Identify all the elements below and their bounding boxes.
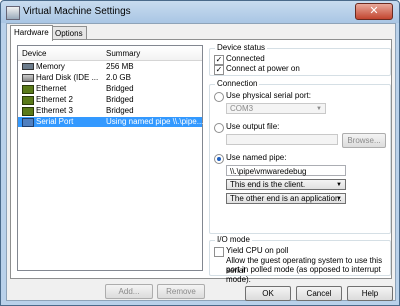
serial-port-value: COM3 [230, 104, 254, 113]
connection-group: Connection Use physical serial port: COM… [209, 79, 391, 234]
use-named-pipe-label[interactable]: Use named pipe: [226, 153, 286, 163]
dialog-body: Hardware Options Device Summary Memory 2… [6, 23, 396, 301]
ok-button[interactable]: OK [245, 286, 291, 301]
window: Virtual Machine Settings ✕ Hardware Opti… [0, 0, 400, 306]
cancel-button[interactable]: Cancel [296, 286, 342, 301]
this-end-select[interactable]: This end is the client. ▼ [226, 179, 346, 190]
device-summary: Bridged [106, 95, 134, 104]
ethernet-icon [22, 107, 34, 116]
use-output-file-label[interactable]: Use output file: [226, 122, 279, 132]
connected-label[interactable]: Connected [226, 54, 265, 64]
use-physical-serial-port-radio[interactable] [214, 92, 224, 102]
device-summary: 256 MB [106, 62, 134, 71]
add-button[interactable]: Add... [105, 284, 153, 299]
device-summary: Using named pipe \\.\pipe... [106, 117, 204, 126]
yield-cpu-label[interactable]: Yield CPU on poll [226, 246, 288, 256]
device-name: Ethernet [36, 84, 67, 93]
chevron-down-icon: ▼ [336, 182, 342, 188]
device-name: Ethernet 2 [36, 95, 73, 104]
other-end-select[interactable]: The other end is an application. ▼ [226, 193, 346, 204]
use-output-file-radio[interactable] [214, 123, 224, 133]
other-end-value: The other end is an application. [230, 194, 342, 203]
device-list[interactable]: Device Summary Memory 256 MB Hard Disk (… [17, 45, 203, 271]
io-mode-title: I/O mode [215, 235, 252, 244]
device-status-group: Device status ✓ Connected ✓ Connect at p… [209, 43, 391, 76]
ethernet-icon [22, 85, 34, 94]
device-name: Ethernet 3 [36, 106, 73, 115]
device-name: Serial Port [36, 117, 74, 126]
device-row-ethernet-3[interactable]: Ethernet 3 Bridged [18, 106, 202, 116]
device-row-serial-port[interactable]: Serial Port Using named pipe \\.\pipe... [18, 117, 204, 127]
device-row-memory[interactable]: Memory 256 MB [18, 62, 202, 72]
io-mode-description-line-2: port in polled mode (as opposed to inter… [226, 265, 381, 284]
this-end-value: This end is the client. [230, 180, 306, 189]
chevron-down-icon: ▼ [316, 106, 322, 112]
yield-cpu-checkbox[interactable] [214, 247, 224, 257]
connect-at-power-on-checkbox[interactable]: ✓ [214, 65, 224, 75]
serial-port-select[interactable]: COM3 ▼ [226, 103, 326, 114]
io-mode-group: I/O mode Yield CPU on poll Allow the gue… [209, 235, 391, 284]
device-summary: Bridged [106, 84, 134, 93]
hard-disk-icon [22, 74, 34, 82]
device-list-header: Device Summary [18, 46, 202, 61]
window-title: Virtual Machine Settings [23, 6, 131, 17]
tab-hardware[interactable]: Hardware [10, 25, 53, 41]
device-column-header[interactable]: Device [22, 49, 46, 58]
named-pipe-field[interactable]: \\.\pipe\vmwaredebug [226, 165, 346, 176]
title-bar[interactable]: Virtual Machine Settings ✕ [1, 1, 399, 23]
remove-button[interactable]: Remove [157, 284, 205, 299]
ethernet-icon [22, 96, 34, 105]
device-row-hard-disk[interactable]: Hard Disk (IDE ... 2.0 GB [18, 73, 202, 83]
device-name: Memory [36, 62, 65, 71]
connected-checkbox[interactable]: ✓ [214, 55, 224, 65]
serial-port-icon [22, 118, 34, 127]
device-summary: 2.0 GB [106, 73, 131, 82]
chevron-down-icon: ▼ [336, 196, 342, 202]
device-summary: Bridged [106, 106, 134, 115]
device-status-title: Device status [215, 43, 268, 52]
tab-options[interactable]: Options [51, 26, 87, 40]
use-physical-serial-port-label[interactable]: Use physical serial port: [226, 91, 311, 101]
use-named-pipe-radio[interactable] [214, 154, 224, 164]
help-button[interactable]: Help [347, 286, 393, 301]
connect-at-power-on-label[interactable]: Connect at power on [226, 64, 300, 74]
browse-button[interactable]: Browse... [342, 133, 386, 148]
device-name: Hard Disk (IDE ... [36, 73, 99, 82]
connection-title: Connection [215, 79, 260, 88]
app-icon [6, 6, 20, 20]
device-row-ethernet[interactable]: Ethernet Bridged [18, 84, 202, 94]
device-row-ethernet-2[interactable]: Ethernet 2 Bridged [18, 95, 202, 105]
close-button[interactable]: ✕ [355, 3, 393, 20]
memory-icon [22, 63, 34, 70]
output-file-field[interactable] [226, 134, 338, 145]
summary-column-header[interactable]: Summary [106, 49, 140, 58]
